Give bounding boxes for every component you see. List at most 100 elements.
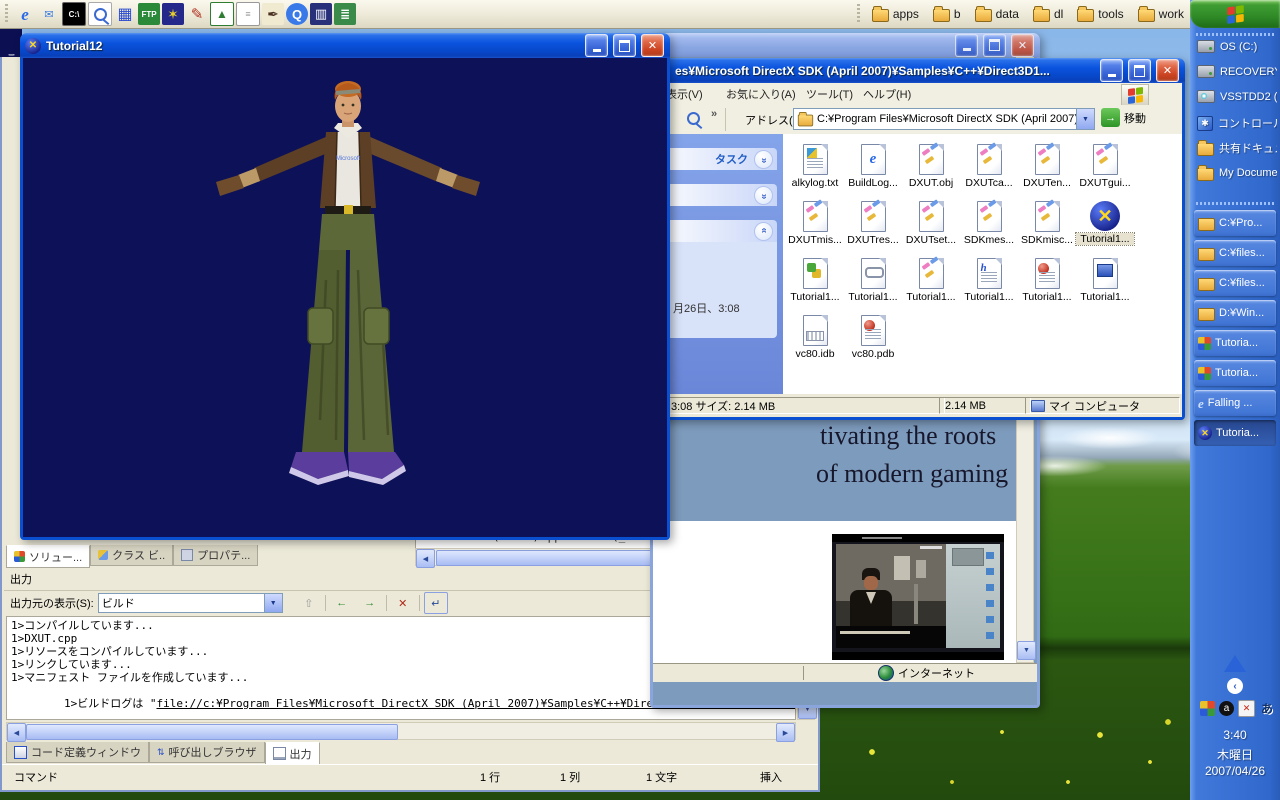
- tutorial12-titlebar[interactable]: ✕ Tutorial12 ✕: [20, 33, 670, 58]
- chevron-up-icon[interactable]: »: [754, 222, 773, 241]
- scroll-thumb[interactable]: [26, 724, 398, 740]
- taskbar-button[interactable]: C:¥files...: [1194, 270, 1276, 296]
- file-item[interactable]: Tutorial1...: [1018, 252, 1076, 309]
- scroll-down-button[interactable]: ▼: [1017, 641, 1036, 660]
- maximize-button[interactable]: [613, 34, 636, 57]
- document-icon[interactable]: ≡: [236, 2, 260, 26]
- file-item[interactable]: vc80.pdb: [844, 309, 902, 366]
- file-item[interactable]: DXUTmis...: [786, 195, 844, 252]
- tab-output[interactable]: 出力: [265, 742, 320, 765]
- scroll-left-button[interactable]: ◀: [416, 549, 435, 568]
- output-hscrollbar[interactable]: ◀ ▶: [6, 722, 796, 740]
- file-item[interactable]: SDKmes...: [960, 195, 1018, 252]
- taskbar-button-active[interactable]: ✕Tutoria...: [1194, 420, 1276, 446]
- taskbar-grip[interactable]: [1196, 33, 1274, 36]
- taskbar-item-os-c[interactable]: OS (C:): [1197, 40, 1277, 53]
- calculator-icon[interactable]: ▦: [114, 3, 136, 25]
- folder-shortcut-b[interactable]: b: [933, 6, 961, 22]
- file-item[interactable]: Tutorial1...: [1076, 252, 1134, 309]
- video-thumbnail[interactable]: [832, 534, 1004, 660]
- taskbar-item-control-panel[interactable]: ✱コントロール パ: [1197, 115, 1277, 131]
- folder-shortcut-dl[interactable]: dl: [1033, 6, 1063, 22]
- maximize-button[interactable]: [983, 34, 1006, 57]
- media-library-icon[interactable]: ≣: [334, 3, 356, 25]
- internet-explorer-icon[interactable]: e: [14, 3, 36, 25]
- chevron-down-icon[interactable]: ▼: [264, 594, 282, 612]
- tab-code-definition[interactable]: コード定義ウィンドウ: [6, 742, 149, 763]
- file-item[interactable]: hTutorial1...: [960, 252, 1018, 309]
- scroll-left-button[interactable]: ◀: [7, 723, 26, 742]
- taskbar-item-shared-docs[interactable]: 共有ドキュメン: [1197, 140, 1277, 156]
- goto-message-icon[interactable]: ⇧: [297, 592, 321, 614]
- file-item[interactable]: Tutorial1...: [902, 252, 960, 309]
- folder-shortcut-work[interactable]: work: [1138, 6, 1184, 22]
- taskbar-button[interactable]: C:¥Pro...: [1194, 210, 1276, 236]
- search-icon[interactable]: [687, 112, 700, 125]
- taskbar-grip[interactable]: [1196, 202, 1274, 205]
- file-item[interactable]: DXUT.obj: [902, 138, 960, 195]
- chevron-down-icon[interactable]: ▼: [1076, 109, 1094, 129]
- taskbar-button[interactable]: C:¥files...: [1194, 240, 1276, 266]
- minimize-button[interactable]: [955, 34, 978, 57]
- maximize-button[interactable]: [1128, 59, 1151, 82]
- minimize-button[interactable]: [585, 34, 608, 57]
- file-item-selected[interactable]: ✕Tutorial1...: [1076, 195, 1134, 252]
- quicktime-icon[interactable]: Q: [286, 3, 308, 25]
- file-item[interactable]: DXUTres...: [844, 195, 902, 252]
- file-item[interactable]: Tutorial1...: [844, 252, 902, 309]
- browser-titlebar[interactable]: ✕: [650, 33, 1040, 57]
- outlook-express-icon[interactable]: ✉: [38, 3, 60, 25]
- compose-mail-icon[interactable]: ✎: [186, 3, 208, 25]
- ftp-client-icon[interactable]: FTP: [138, 3, 160, 25]
- vtc-tray-icon[interactable]: [1224, 655, 1246, 672]
- go-button[interactable]: → 移動: [1101, 108, 1146, 127]
- close-button[interactable]: ✕: [1156, 59, 1179, 82]
- file-item[interactable]: DXUTen...: [1018, 138, 1076, 195]
- menu-help[interactable]: ヘルプ(H): [863, 86, 911, 102]
- prev-message-icon[interactable]: ←: [330, 592, 354, 614]
- ink-pen-icon[interactable]: ✒: [262, 3, 284, 25]
- menu-view[interactable]: 表示(V): [666, 86, 703, 102]
- toolbar-grip[interactable]: [857, 4, 860, 24]
- folder-shortcut-tools[interactable]: tools: [1077, 6, 1123, 22]
- explorer-titlebar[interactable]: es¥Microsoft DirectX SDK (April 2007)¥Sa…: [640, 58, 1185, 83]
- hide-tray-icons-button[interactable]: ‹: [1227, 678, 1243, 694]
- word-wrap-icon[interactable]: ↵: [424, 592, 448, 614]
- output-source-combobox[interactable]: ビルド ▼: [98, 593, 283, 613]
- taskbar-button[interactable]: D:¥Win...: [1194, 300, 1276, 326]
- address-combobox[interactable]: C:¥Program Files¥Microsoft DirectX SDK (…: [793, 108, 1095, 130]
- close-button[interactable]: ✕: [641, 34, 664, 57]
- scroll-right-button[interactable]: ▶: [776, 723, 795, 742]
- a-tray-icon[interactable]: a: [1219, 701, 1234, 716]
- search-document-icon[interactable]: [88, 2, 112, 26]
- file-item[interactable]: DXUTgui...: [1076, 138, 1134, 195]
- taskbar-button[interactable]: Tutoria...: [1194, 330, 1276, 356]
- tab-class-view[interactable]: クラス ビ..: [90, 545, 173, 566]
- start-button[interactable]: [1190, 0, 1280, 28]
- tab-solution-explorer[interactable]: ソリュー...: [6, 545, 90, 568]
- tab-properties[interactable]: プロパテ...: [173, 545, 258, 566]
- file-item[interactable]: alkylog.txt: [786, 138, 844, 195]
- file-item[interactable]: eBuildLog...: [844, 138, 902, 195]
- minimize-button[interactable]: [1100, 59, 1123, 82]
- clear-all-icon[interactable]: ✕: [391, 592, 415, 614]
- chevron-down-icon[interactable]: »: [754, 186, 773, 205]
- file-item[interactable]: DXUTca...: [960, 138, 1018, 195]
- file-item[interactable]: SDKmisc...: [1018, 195, 1076, 252]
- command-prompt-icon[interactable]: C:\: [62, 2, 86, 26]
- file-item[interactable]: DXUTset...: [902, 195, 960, 252]
- ime-tray-icon[interactable]: あ: [1259, 701, 1275, 717]
- graphics-app-icon[interactable]: ✶: [162, 3, 184, 25]
- folder-shortcut-apps[interactable]: apps: [872, 6, 919, 22]
- visual-studio-tray-icon[interactable]: [1200, 701, 1215, 716]
- file-item[interactable]: vc80.idb: [786, 309, 844, 366]
- taskbar-item-recovery[interactable]: RECOVERY: [1197, 65, 1277, 78]
- taskbar-item-my-documents[interactable]: My Documen: [1197, 165, 1277, 181]
- device-disabled-tray-icon[interactable]: ✕: [1238, 700, 1255, 717]
- folder-shortcut-data[interactable]: data: [975, 6, 1019, 22]
- toolbar-grip[interactable]: [5, 4, 8, 24]
- taskbar-button[interactable]: eFalling ...: [1194, 390, 1276, 416]
- next-message-icon[interactable]: →: [358, 592, 382, 614]
- taskbar-item-vsstdd2[interactable]: VSSTDD2 (E: [1197, 90, 1277, 103]
- chevron-down-icon[interactable]: »: [754, 150, 773, 169]
